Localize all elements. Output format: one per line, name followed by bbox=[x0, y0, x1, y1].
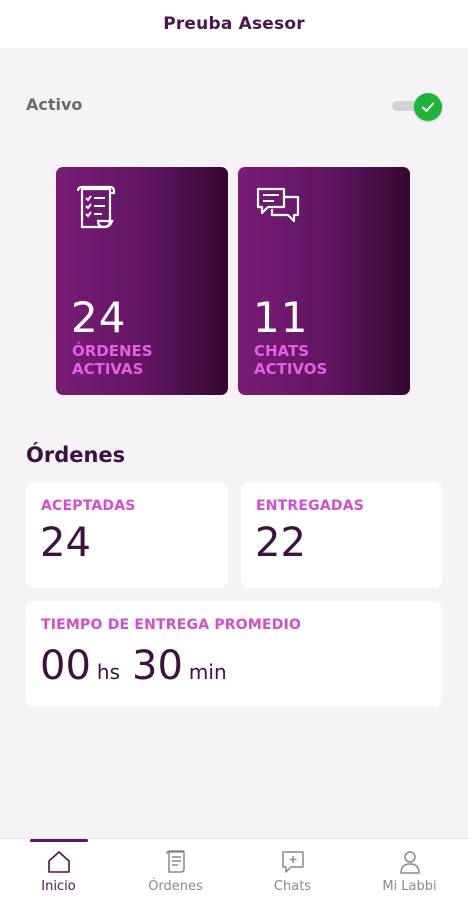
nav-item-mi-labbi[interactable]: Mi Labbi bbox=[351, 839, 468, 900]
bottom-navigation: Inicio Órdenes Chats Mi Labbi bbox=[0, 838, 468, 900]
accepted-orders-card: ACEPTADAS 24 bbox=[26, 482, 228, 588]
status-label: Activo bbox=[26, 95, 83, 114]
home-icon bbox=[47, 851, 70, 873]
card-label-line1: CHATS bbox=[254, 342, 310, 360]
nav-label-mi-labbi: Mi Labbi bbox=[382, 879, 437, 894]
active-orders-card[interactable]: 24 ÓRDENES ACTIVAS bbox=[56, 167, 228, 395]
orders-icon bbox=[165, 850, 185, 873]
active-orders-label: ÓRDENES ACTIVAS bbox=[72, 342, 212, 378]
hours-unit: hs bbox=[96, 660, 121, 684]
active-chats-count: 11 bbox=[253, 293, 309, 342]
delivered-label: ENTREGADAS bbox=[256, 498, 365, 514]
active-toggle[interactable] bbox=[392, 93, 444, 121]
active-orders-count: 24 bbox=[71, 293, 127, 342]
chat-bubbles-icon bbox=[256, 187, 300, 223]
accepted-label: ACEPTADAS bbox=[41, 498, 136, 514]
nav-item-chats[interactable]: Chats bbox=[234, 839, 351, 900]
page-title: Preuba Asesor bbox=[163, 14, 305, 34]
accepted-value: 24 bbox=[40, 520, 91, 566]
user-icon bbox=[399, 851, 420, 874]
orders-section-title: Órdenes bbox=[26, 443, 126, 467]
delivered-value: 22 bbox=[255, 520, 306, 566]
card-label-line2: ACTIVAS bbox=[72, 360, 144, 378]
nav-label-inicio: Inicio bbox=[41, 879, 76, 894]
avg-time-label: TIEMPO DE ENTREGA PROMEDIO bbox=[41, 617, 302, 633]
minutes-value: 30 bbox=[132, 643, 183, 689]
nav-item-ordenes[interactable]: Órdenes bbox=[117, 839, 234, 900]
hours-value: 00 bbox=[40, 643, 91, 689]
nav-label-ordenes: Órdenes bbox=[148, 879, 203, 894]
scroll-checklist-icon bbox=[76, 185, 116, 229]
nav-item-inicio[interactable]: Inicio bbox=[0, 839, 117, 900]
checkmark-icon bbox=[422, 102, 434, 112]
chat-add-icon bbox=[281, 851, 304, 873]
card-label-line1: ÓRDENES bbox=[72, 342, 153, 360]
minutes-unit: min bbox=[188, 660, 227, 684]
avg-delivery-time-card: TIEMPO DE ENTREGA PROMEDIO 00 hs 30 min bbox=[26, 601, 442, 707]
card-label-line2: ACTIVOS bbox=[254, 360, 328, 378]
nav-label-chats: Chats bbox=[273, 879, 312, 894]
active-chats-label: CHATS ACTIVOS bbox=[254, 342, 394, 378]
active-chats-card[interactable]: 11 CHATS ACTIVOS bbox=[238, 167, 410, 395]
app-header: Preuba Asesor bbox=[0, 0, 468, 48]
toggle-knob[interactable] bbox=[414, 93, 442, 121]
delivered-orders-card: ENTREGADAS 22 bbox=[241, 482, 442, 588]
avg-time-value: 00 hs 30 min bbox=[40, 643, 239, 689]
